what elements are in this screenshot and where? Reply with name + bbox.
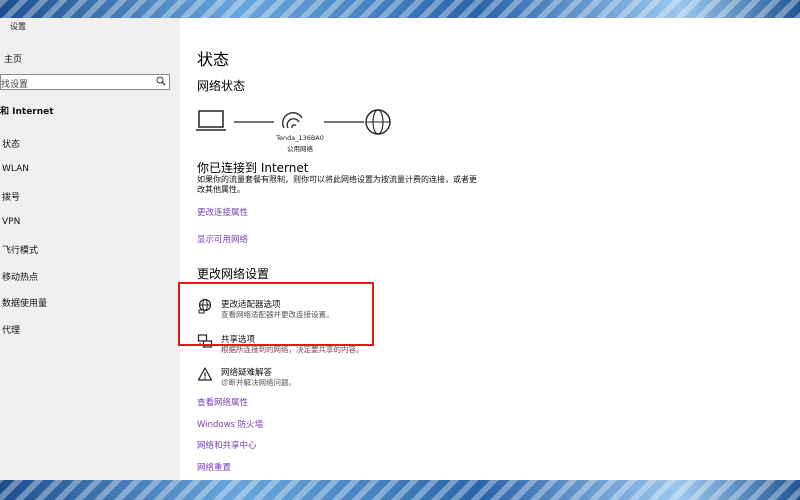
sidebar-home[interactable]: 主页 xyxy=(4,52,22,65)
sidebar-item-airplane[interactable]: 飞行模式 xyxy=(2,243,38,256)
change-network-settings-heading: 更改网络设置 xyxy=(197,267,270,281)
sidebar-section-title: 和 Internet xyxy=(0,107,54,117)
network-status-heading: 网络状态 xyxy=(197,79,246,93)
sidebar-item-proxy[interactable]: 代理 xyxy=(2,323,20,336)
sidebar-item-vpn[interactable]: VPN xyxy=(2,217,20,227)
sidebar-item-data-usage[interactable]: 数据使用量 xyxy=(2,296,47,309)
option-troubleshoot[interactable]: 网络疑难解答 诊断并解决网络问题。 xyxy=(197,366,497,396)
change-connection-properties-link[interactable]: 更改连接属性 xyxy=(197,206,248,218)
connected-description: 如果你的流量套餐有限制，则你可以将此网络设置为按流量计费的连接，或者更改其他属性… xyxy=(197,175,477,194)
network-reset-link[interactable]: 网络重置 xyxy=(197,461,231,473)
view-network-properties-link[interactable]: 查看网络属性 xyxy=(197,396,248,408)
network-ssid: Tenda_136BA0 xyxy=(276,134,324,142)
laptop-icon xyxy=(196,110,226,131)
sidebar: 设置 主页 找设置 和 Internet 状态 WLAN 拨号 VPN 飞行模式… xyxy=(0,18,180,480)
sidebar-item-dialup[interactable]: 拨号 xyxy=(2,190,20,203)
highlight-box xyxy=(178,282,374,346)
search-placeholder: 找设置 xyxy=(1,80,29,90)
connected-title: 你已连接到 Internet xyxy=(197,161,309,175)
sidebar-item-status[interactable]: 状态 xyxy=(2,137,20,150)
windows-firewall-link[interactable]: Windows 防火墙 xyxy=(197,418,263,430)
network-type: 公用网络 xyxy=(287,145,313,153)
search-input[interactable]: 找设置 xyxy=(0,74,170,90)
globe-icon xyxy=(365,109,391,135)
settings-window: 设置 主页 找设置 和 Internet 状态 WLAN 拨号 VPN 飞行模式… xyxy=(0,18,800,480)
sidebar-item-hotspot[interactable]: 移动热点 xyxy=(2,270,38,283)
main-content: 状态 网络状态 Tenda_136BA0 公用网络 你已连接到 Internet xyxy=(181,18,800,480)
option-desc: 诊断并解决网络问题。 xyxy=(221,378,296,387)
network-sharing-center-link[interactable]: 网络和共享中心 xyxy=(197,439,257,451)
search-icon[interactable] xyxy=(156,76,166,86)
warning-icon xyxy=(197,367,213,381)
show-available-networks-link[interactable]: 显示可用网络 xyxy=(197,233,248,245)
window-title: 设置 xyxy=(10,22,26,31)
page-title: 状态 xyxy=(197,50,230,69)
wifi-icon xyxy=(282,112,303,129)
sidebar-item-wlan[interactable]: WLAN xyxy=(2,164,29,174)
